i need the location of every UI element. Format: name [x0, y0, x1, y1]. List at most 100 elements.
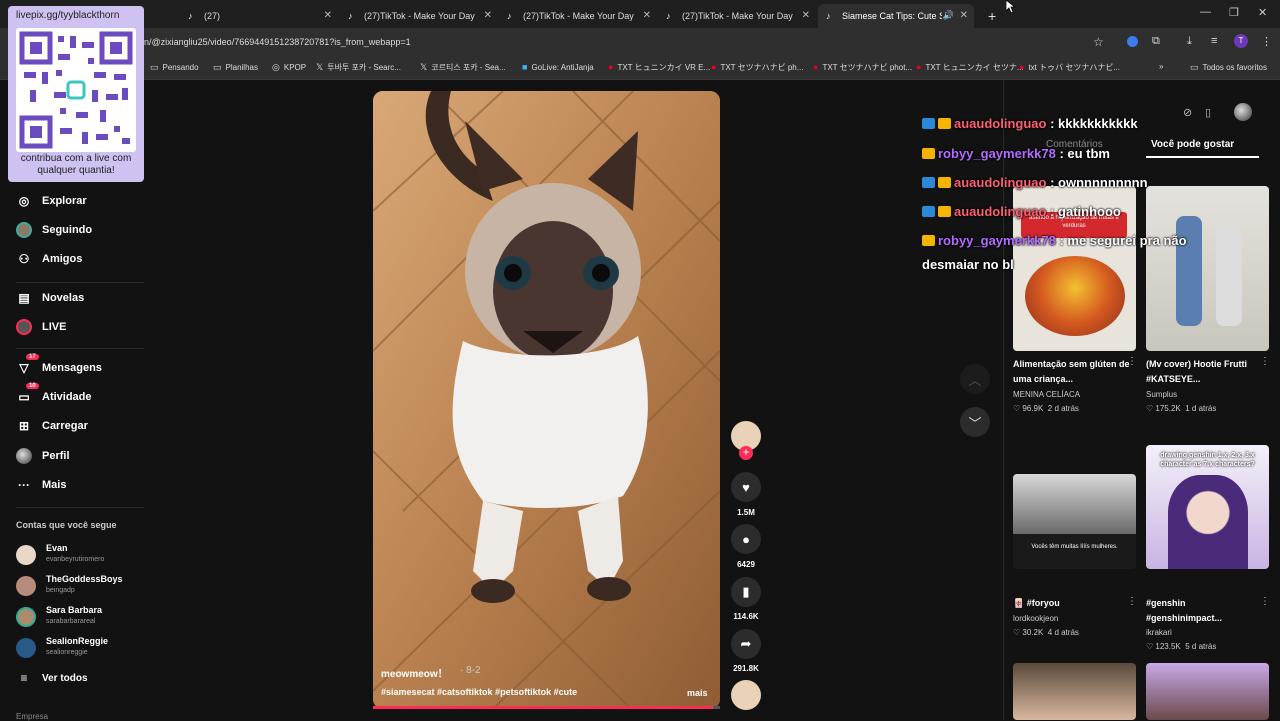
puzzle-icon[interactable]: ⧉ [1152, 35, 1160, 48]
video-card-thumbnail[interactable]: drawing genshin 1.x, 2.x, 3.x character … [1146, 445, 1269, 569]
chat-message-continuation: desmaiar no bl [922, 257, 1014, 272]
browser-tab-active[interactable]: ♪ Siamese Cat Tips: Cute Siam 🔊 ✕ [818, 4, 974, 28]
bookmark-item[interactable]: 𝕏 투바투 포카 - Searc... [316, 62, 401, 73]
video-hashtags[interactable]: #siamesecat #catsoftiktok #petsoftiktok … [381, 687, 577, 697]
bookmarks-overflow-icon[interactable]: » [1159, 62, 1163, 71]
bookmark-item[interactable]: ■ GoLive: AntiJanja [522, 62, 594, 72]
maximize-icon[interactable]: ❐ [1229, 6, 1239, 19]
folder-icon: ▭ [213, 62, 222, 72]
next-video-button[interactable]: ﹀ [960, 407, 990, 437]
video-author[interactable]: meowmeow！ [381, 665, 448, 680]
video-card-author[interactable]: ikrakari [1146, 628, 1172, 637]
video-card-title[interactable]: #genshin #genshinimpact... [1146, 596, 1264, 626]
video-progress-bar[interactable] [373, 706, 720, 709]
sidebar-item-perfil[interactable]: Perfil [16, 446, 70, 466]
close-icon[interactable]: ✕ [484, 10, 492, 21]
sidebar-item-mais[interactable]: ··· Mais [16, 475, 66, 495]
previous-video-button[interactable]: ︿ [960, 364, 990, 394]
bookmark-item[interactable]: ◎ KPOP [272, 62, 306, 73]
inbox-icon: ▭ 10 [16, 383, 39, 405]
bookmark-folder-all[interactable]: ▭ Todos os favoritos [1190, 62, 1267, 73]
star-icon[interactable]: ☆ [1093, 35, 1104, 49]
browser-tab[interactable]: ♪ (27)TikTok - Make Your Day ✕ [340, 4, 498, 28]
sound-disc-icon[interactable] [731, 680, 761, 710]
following-account[interactable]: TheGoddessBoys beingadp [16, 572, 146, 602]
cat-video-frame [373, 91, 720, 709]
profile-avatar-icon[interactable]: T [1234, 34, 1248, 48]
close-icon[interactable]: ✕ [960, 10, 968, 21]
sidebar-item-live[interactable]: LIVE [16, 317, 66, 337]
video-card-author[interactable]: lordkookjeon [1013, 614, 1058, 623]
new-tab-button[interactable]: + [980, 4, 1000, 28]
close-window-icon[interactable]: ✕ [1258, 6, 1267, 19]
menu-dots-icon[interactable]: ⋮ [1261, 35, 1272, 48]
chat-message: robyy_gaymerkk78 : me segurei pra não [922, 233, 1187, 248]
speaker-icon[interactable]: 🔊 [943, 10, 954, 21]
see-all-link[interactable]: ≡ Ver todos [16, 668, 87, 688]
sidebar-item-atividade[interactable]: ▭ 10 Atividade [16, 383, 92, 407]
device-icon[interactable]: ▯ [1205, 106, 1211, 119]
bookmark-item[interactable]: ● txt トゥバ セツナハナビ... [1019, 62, 1120, 73]
browser-tab[interactable]: ♪ (27)TikTok - Make Your Day ✕ [499, 4, 657, 28]
more-options-icon[interactable]: ⋮ [1127, 356, 1137, 367]
share-button[interactable]: ➦ [731, 629, 761, 659]
comment-button[interactable]: ● [731, 524, 761, 554]
video-card-author[interactable]: MENINA CELÍACA [1013, 390, 1080, 399]
close-icon[interactable]: ✕ [802, 10, 810, 21]
download-icon[interactable]: ⤓ [1187, 35, 1192, 48]
extension-icon[interactable] [1127, 36, 1138, 47]
video-card-thumbnail[interactable]: Vocês têm muitas lííís mulheres. [1013, 474, 1136, 569]
more-options-icon[interactable]: ⋮ [1260, 356, 1270, 367]
more-options-icon[interactable]: ⋮ [1260, 596, 1270, 607]
bookmark-item[interactable]: ▭ Planilhas [213, 62, 258, 73]
sidebar-item-carregar[interactable]: ⊞ Carregar [16, 416, 88, 436]
close-icon[interactable]: ✕ [324, 10, 332, 21]
bookmark-item[interactable]: 𝕏 코르티스 포카 - Sea... [420, 62, 506, 73]
more-link[interactable]: mais [687, 688, 708, 698]
bookmark-item[interactable]: ● TXT セツナハナビ ph... [711, 62, 803, 73]
follow-plus-icon[interactable]: + [739, 446, 753, 460]
bookmark-item[interactable]: ● TXT セツナハナビ phot... [813, 62, 912, 73]
tab-label: (27)TikTok - Make Your Day [364, 11, 475, 21]
video-card-title[interactable]: 🀄 #foryou [1013, 596, 1131, 611]
video-card-thumbnail[interactable] [1013, 663, 1136, 720]
video-card-title[interactable]: (Mv cover) Hootie Frutti #KATSEYE... [1146, 357, 1264, 387]
sidebar-item-explorar[interactable]: ◎ Explorar [16, 191, 87, 211]
video-card-title[interactable]: Alimentação sem glúten de uma criança... [1013, 357, 1131, 387]
tab-suggested[interactable]: Você pode gostar [1151, 139, 1234, 150]
url-text[interactable]: n/@zixiangliu25/video/766944915123872078… [144, 37, 411, 47]
video-player[interactable] [373, 91, 720, 709]
like-button[interactable]: ♥ [731, 472, 761, 502]
chat-text: : ownnnnnnnnn [1050, 175, 1148, 190]
bookmark-item[interactable]: ● TXT ヒュニンカイ セツナ... [916, 62, 1024, 73]
tiktok-icon: ♪ [826, 11, 831, 21]
media-icon[interactable]: ≡ [1211, 35, 1217, 47]
bookmark-item[interactable]: ▭ Pensando [150, 62, 199, 73]
report-icon[interactable]: ⊘ [1183, 106, 1192, 119]
browser-tab[interactable]: ♪ (27)TikTok - Make Your Day ✕ [658, 4, 816, 28]
comment-icon: ● [742, 531, 750, 547]
more-options-icon[interactable]: ⋮ [1127, 596, 1137, 607]
bookmark-item[interactable]: ● TXT ヒュニンカイ VR E... [608, 62, 710, 73]
x-icon: 𝕏 [316, 62, 324, 72]
profile-icon [16, 448, 32, 464]
following-account[interactable]: Evan evanbeyrutiromero [16, 541, 146, 571]
sub-badge-icon [922, 177, 935, 188]
heart-icon: ♡ [1013, 628, 1023, 637]
video-card-author[interactable]: Sumplus [1146, 390, 1177, 399]
sidebar-item-mensagens[interactable]: ▽ 17 Mensagens [16, 354, 102, 378]
sidebar-item-amigos[interactable]: ⚇ Amigos [16, 249, 83, 269]
compass-icon: ◎ [18, 194, 30, 208]
minimize-icon[interactable]: — [1200, 6, 1211, 18]
sidebar-item-novelas[interactable]: ▤ Novelas [16, 288, 84, 308]
following-account[interactable]: SealionReggie sealionreggie [16, 634, 146, 664]
sidebar-item-seguindo[interactable]: Seguindo [16, 220, 92, 240]
browser-tab[interactable]: ♪ (27) ✕ [180, 4, 338, 28]
video-card-thumbnail[interactable] [1146, 663, 1269, 720]
chat-text: : gatinhooo [1050, 204, 1121, 219]
video-card-thumbnail[interactable] [1146, 186, 1269, 351]
following-account[interactable]: Sara Barbara sarabarbarareal [16, 603, 146, 633]
avatar[interactable] [1234, 103, 1252, 121]
save-button[interactable]: ▮ [731, 577, 761, 607]
close-icon[interactable]: ✕ [643, 10, 651, 21]
